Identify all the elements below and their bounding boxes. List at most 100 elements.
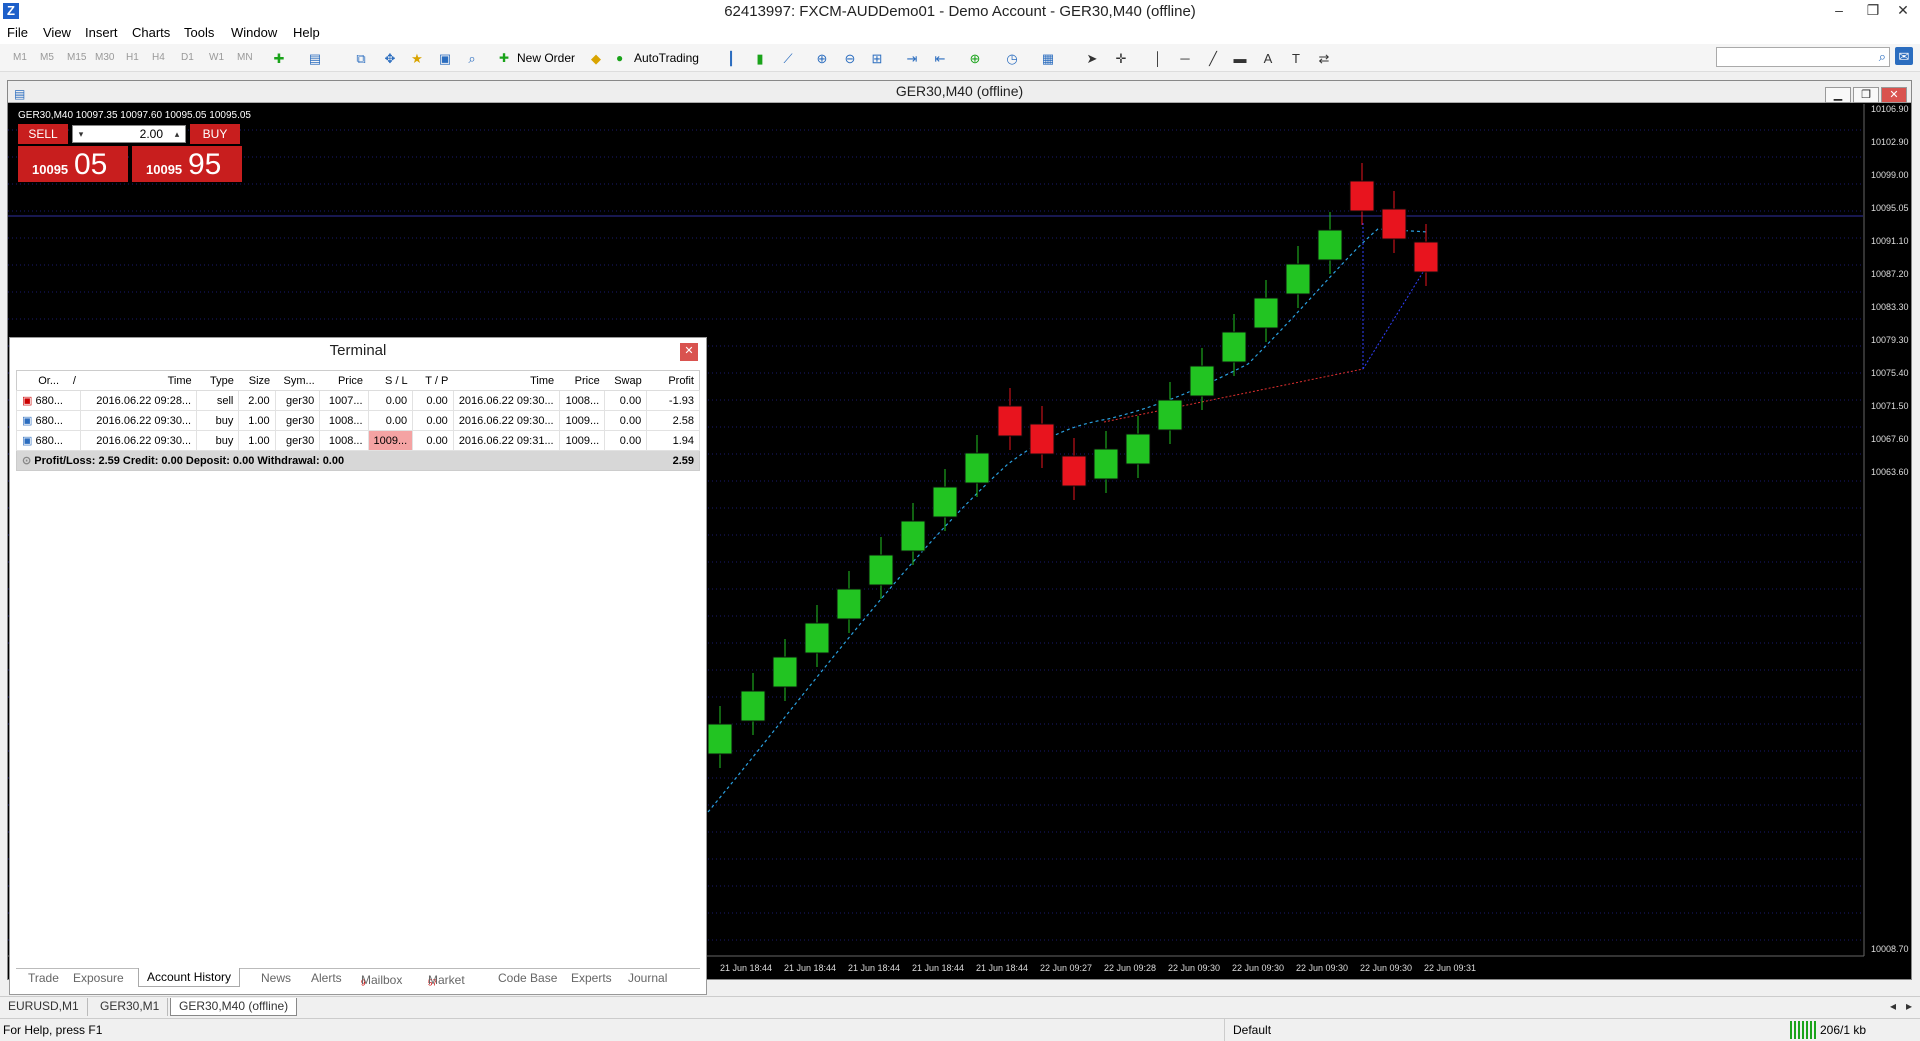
- chat-icon[interactable]: ✉: [1895, 47, 1913, 65]
- vertical-line-icon[interactable]: │: [1149, 49, 1167, 67]
- chart-tab-ger30-m40[interactable]: GER30,M40 (offline): [170, 998, 298, 1016]
- tab-market[interactable]: Market 57: [428, 971, 465, 987]
- col-sort[interactable]: /: [64, 370, 81, 391]
- market-watch-icon[interactable]: ⧉: [352, 49, 370, 67]
- line-chart-icon[interactable]: ⟋: [779, 49, 797, 67]
- horizontal-line-icon[interactable]: ─: [1176, 49, 1194, 67]
- terminal-title: Terminal: [329, 342, 387, 359]
- new-chart-icon[interactable]: ✚: [270, 49, 288, 67]
- terminal-icon[interactable]: ▣: [436, 49, 454, 67]
- trendline-icon[interactable]: ╱: [1204, 49, 1222, 67]
- col-sl[interactable]: S / L: [368, 370, 413, 391]
- text-icon[interactable]: A: [1259, 49, 1277, 67]
- periods-icon[interactable]: ◷: [1003, 49, 1021, 67]
- metaeditor-icon[interactable]: ◆: [587, 49, 605, 67]
- new-order-button[interactable]: ✚ New Order: [497, 48, 575, 68]
- tab-experts[interactable]: Experts: [571, 971, 612, 985]
- col-size[interactable]: Size: [238, 370, 276, 391]
- autoscroll-icon[interactable]: ⇤: [931, 49, 949, 67]
- chart-close-button[interactable]: ✕: [1881, 87, 1907, 103]
- period-m1[interactable]: M1: [13, 48, 27, 68]
- chart-tab-eurusd-m1[interactable]: EURUSD,M1: [0, 998, 88, 1016]
- bar-chart-icon[interactable]: ┃: [722, 49, 740, 67]
- chart-tab-ger30-m1[interactable]: GER30,M1: [92, 998, 169, 1016]
- minimize-button[interactable]: –: [1822, 0, 1856, 22]
- indicators-icon[interactable]: ⊕: [966, 49, 984, 67]
- templates-icon[interactable]: ▦: [1039, 49, 1057, 67]
- col-type[interactable]: Type: [196, 370, 239, 391]
- table-row[interactable]: ▣ 680... 2016.06.22 09:30... buy 1.00 ge…: [15, 430, 700, 451]
- terminal-close-button[interactable]: ✕: [680, 343, 698, 361]
- candle-body: [1413, 241, 1439, 273]
- autotrading-button[interactable]: ● AutoTrading: [614, 48, 699, 68]
- chart-minimize-button[interactable]: ▁: [1825, 87, 1851, 103]
- arrows-icon[interactable]: ⇄: [1315, 49, 1333, 67]
- col-open-time[interactable]: Time: [80, 370, 197, 391]
- table-row[interactable]: ▣ 680... 2016.06.22 09:30... buy 1.00 ge…: [15, 410, 700, 431]
- crosshair-icon[interactable]: ✥: [381, 49, 399, 67]
- table-row[interactable]: ▣ 680... 2016.06.22 09:28... sell 2.00 g…: [15, 390, 700, 411]
- period-mn[interactable]: MN: [237, 48, 253, 68]
- restore-button[interactable]: ❐: [1856, 0, 1890, 22]
- chart-restore-button[interactable]: ❐: [1853, 87, 1879, 103]
- swap-cell: 0.00: [604, 430, 648, 451]
- tab-mailbox[interactable]: Mailbox 9: [361, 971, 402, 987]
- period-w1[interactable]: W1: [209, 48, 224, 68]
- sell-price-box[interactable]: 10095 05: [18, 146, 128, 182]
- col-open-price[interactable]: Price: [319, 370, 369, 391]
- close-button[interactable]: ✕: [1886, 0, 1920, 22]
- menu-window[interactable]: Window: [231, 25, 277, 40]
- size-cell: 2.00: [238, 390, 276, 411]
- col-close-price[interactable]: Price: [559, 370, 605, 391]
- col-tp[interactable]: T / P: [412, 370, 454, 391]
- tab-code-base[interactable]: Code Base: [498, 971, 557, 985]
- navigator-icon[interactable]: ★: [408, 49, 426, 67]
- menu-insert[interactable]: Insert: [85, 25, 118, 40]
- col-profit[interactable]: Profit: [646, 370, 700, 391]
- menu-tools[interactable]: Tools: [184, 25, 214, 40]
- menu-file[interactable]: File: [7, 25, 28, 40]
- tab-journal[interactable]: Journal: [628, 971, 667, 985]
- candlestick-icon[interactable]: ▮: [751, 49, 769, 67]
- tab-trade[interactable]: Trade: [28, 971, 59, 985]
- period-h4[interactable]: H4: [152, 48, 165, 68]
- search-input[interactable]: ⌕: [1716, 47, 1890, 67]
- tile-windows-icon[interactable]: ⊞: [868, 49, 886, 67]
- profiles-icon[interactable]: ▤: [306, 49, 324, 67]
- channel-icon[interactable]: ▬: [1231, 49, 1249, 67]
- col-close-time[interactable]: Time: [453, 370, 560, 391]
- col-order[interactable]: Or...: [16, 370, 65, 391]
- lot-size-input[interactable]: ▾ 2.00 ▴: [72, 125, 186, 143]
- col-swap[interactable]: Swap: [604, 370, 647, 391]
- time-label: 22 Jun 09:30: [1296, 963, 1348, 973]
- lot-increase-icon[interactable]: ▴: [170, 126, 184, 142]
- crosshair-tool-icon[interactable]: ✛: [1112, 49, 1130, 67]
- buy-button[interactable]: BUY: [190, 124, 240, 144]
- col-symbol[interactable]: Sym...: [275, 370, 320, 391]
- menu-help[interactable]: Help: [293, 25, 320, 40]
- cursor-icon[interactable]: ➤: [1083, 49, 1101, 67]
- tab-account-history[interactable]: Account History: [138, 968, 241, 987]
- candle-body: [1125, 433, 1151, 465]
- period-m5[interactable]: M5: [40, 48, 54, 68]
- chart-shift-icon[interactable]: ⇥: [903, 49, 921, 67]
- tp-cell: 0.00: [412, 430, 454, 451]
- period-m30[interactable]: M30: [95, 48, 114, 68]
- text-label-icon[interactable]: T: [1287, 49, 1305, 67]
- zoom-out-icon[interactable]: ⊖: [841, 49, 859, 67]
- tab-news[interactable]: News: [261, 971, 291, 985]
- tabs-scroll-right-icon[interactable]: ▸: [1898, 998, 1920, 1016]
- period-h1[interactable]: H1: [126, 48, 139, 68]
- lot-decrease-icon[interactable]: ▾: [74, 126, 88, 142]
- buy-price-box[interactable]: 10095 95: [132, 146, 242, 182]
- tab-exposure[interactable]: Exposure: [73, 971, 124, 985]
- zoom-in-icon[interactable]: ⊕: [813, 49, 831, 67]
- menu-view[interactable]: View: [43, 25, 71, 40]
- strategy-tester-icon[interactable]: ⌕: [463, 49, 481, 67]
- period-d1[interactable]: D1: [181, 48, 194, 68]
- sell-button[interactable]: SELL: [18, 124, 68, 144]
- period-m15[interactable]: M15: [67, 48, 86, 68]
- order-sell-icon: ▣: [22, 395, 33, 407]
- tab-alerts[interactable]: Alerts: [311, 971, 342, 985]
- menu-charts[interactable]: Charts: [132, 25, 170, 40]
